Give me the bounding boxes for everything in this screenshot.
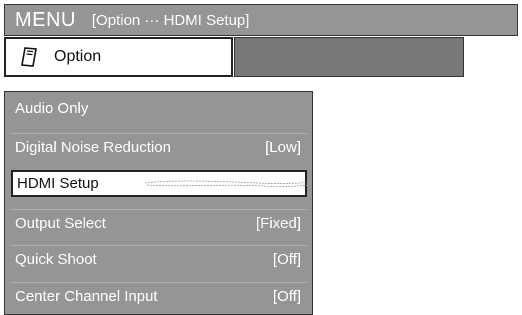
option-submenu: Audio Only Digital Noise Reduction [Low]… (4, 91, 313, 315)
breadcrumb: [Option ··· HDMI Setup] (91, 11, 250, 29)
category-bar-filler (234, 37, 464, 77)
menu-item-label: Digital Noise Reduction (15, 138, 171, 156)
menu-item-value: [Fixed] (255, 214, 301, 232)
remote-card-icon (18, 46, 40, 68)
menu-title: MENU (15, 8, 76, 31)
menu-item-label: HDMI Setup (17, 175, 99, 192)
tab-option[interactable]: Option (4, 37, 233, 77)
menu-item-quick-shoot[interactable]: Quick Shoot [Off] (11, 245, 307, 272)
category-row: Option (4, 37, 464, 77)
menu-item-audio-only[interactable]: Audio Only (11, 95, 307, 122)
tab-option-label: Option (54, 48, 102, 65)
menu-item-label: Audio Only (15, 100, 89, 117)
menu-item-label: Output Select (15, 214, 106, 232)
highlight-scribble (144, 180, 312, 187)
menu-item-digital-noise-reduction[interactable]: Digital Noise Reduction [Low] (11, 133, 307, 160)
menu-header: MENU [Option ··· HDMI Setup] (4, 4, 518, 36)
menu-item-label: Center Channel Input (15, 287, 158, 305)
menu-item-center-channel-input[interactable]: Center Channel Input [Off] (11, 282, 307, 309)
menu-item-value: [Off] (272, 287, 301, 305)
menu-item-output-select[interactable]: Output Select [Fixed] (11, 209, 307, 236)
menu-item-value: [Off] (272, 250, 301, 268)
menu-item-hdmi-setup[interactable]: HDMI Setup (11, 170, 312, 197)
menu-item-value: [Low] (265, 138, 301, 156)
menu-item-label: Quick Shoot (15, 250, 97, 268)
